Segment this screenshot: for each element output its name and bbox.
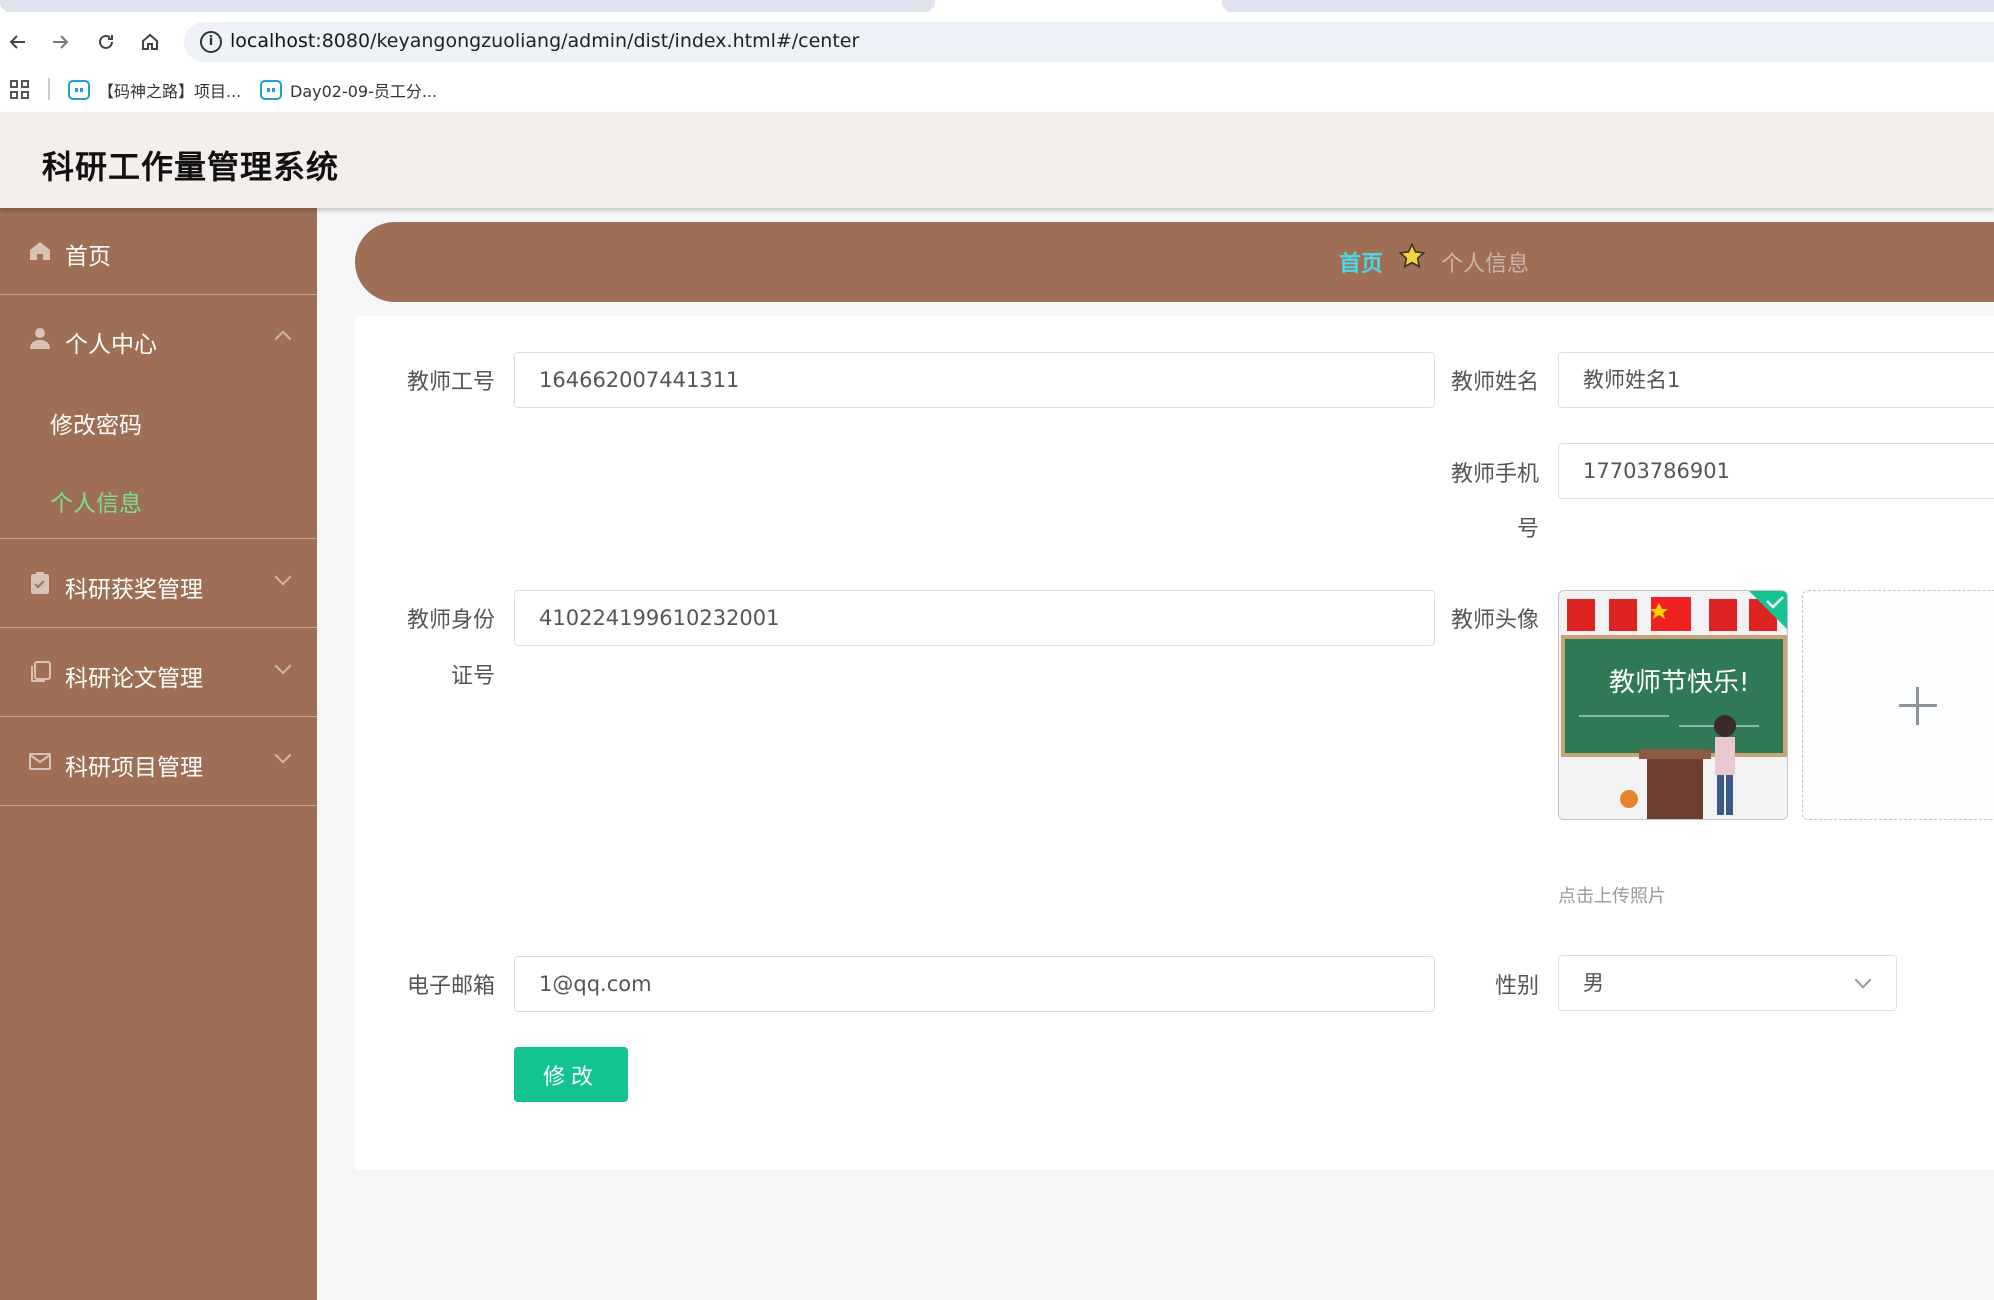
sidebar-item-label: 科研项目管理 — [65, 755, 203, 781]
plus-icon-vertical — [1916, 687, 1919, 725]
bookmark-label: Day02-09-员工分... — [290, 82, 438, 101]
url-text: localhost:8080/keyangongzuoliang/admin/d… — [230, 30, 860, 52]
sidebar-item-label: 科研论文管理 — [65, 666, 203, 692]
sidebar-item-projects[interactable]: 科研项目管理 — [0, 717, 317, 805]
chevron-down-icon — [274, 568, 292, 586]
personal-info-form: 教师工号 164662007441311 教师姓名 教师姓名1 教师手机 号 1… — [355, 316, 1994, 1170]
copy-icon — [31, 661, 51, 682]
address-bar: i localhost:8080/keyangongzuoliang/admin… — [0, 14, 1994, 68]
mail-icon — [29, 753, 51, 770]
chevron-down-icon — [274, 657, 292, 675]
home-icon[interactable] — [136, 28, 164, 56]
gender-select-value: 男 — [1583, 971, 1604, 995]
url-field[interactable]: i localhost:8080/keyangongzuoliang/admin… — [184, 22, 1994, 62]
avatar-image-text: 教师节快乐! — [1609, 668, 1749, 698]
teacher-id-label: 教师工号 — [406, 370, 495, 395]
modify-button[interactable]: 修改 — [514, 1047, 628, 1102]
email-input[interactable]: 1@qq.com — [514, 956, 1435, 1012]
phone-label-cont: 号 — [1516, 517, 1539, 542]
bookmark-item[interactable]: 【码神之路】项目... — [68, 78, 241, 102]
gender-select[interactable]: 男 — [1558, 955, 1897, 1011]
id-card-label: 教师身份 — [406, 608, 495, 633]
info-icon[interactable]: i — [200, 31, 222, 53]
breadcrumb-home-link[interactable]: 首页 — [1339, 246, 1383, 278]
teacher-id-input[interactable]: 164662007441311 — [514, 352, 1435, 408]
sidebar-subitem-personal-info[interactable]: 个人信息 — [50, 484, 142, 518]
phone-input[interactable]: 17703786901 — [1558, 443, 1994, 499]
home-icon — [30, 242, 50, 260]
browser-tab-strip — [0, 0, 1994, 14]
app-title: 科研工作量管理系统 — [42, 148, 340, 186]
app-header: 科研工作量管理系统 — [0, 112, 1994, 208]
gender-label: 性别 — [1494, 974, 1539, 999]
menu-divider — [0, 805, 317, 806]
upload-hint: 点击上传照片 — [1558, 886, 1666, 907]
upload-box[interactable] — [1802, 590, 1994, 820]
back-arrow-icon[interactable] — [4, 28, 32, 56]
sidebar-item-papers[interactable]: 科研论文管理 — [0, 628, 317, 716]
sidebar-item-awards[interactable]: 科研获奖管理 — [0, 539, 317, 627]
id-card-label-cont: 证号 — [450, 664, 495, 689]
email-label: 电子邮箱 — [406, 974, 495, 999]
star-icon — [1398, 242, 1426, 276]
bookmark-separator — [48, 78, 50, 100]
browser-tab[interactable] — [1222, 0, 1994, 12]
user-icon — [30, 328, 50, 349]
avatar[interactable]: 教师节快乐! — [1558, 590, 1788, 820]
sidebar-subitem-change-password[interactable]: 修改密码 — [50, 406, 142, 440]
breadcrumb-current: 个人信息 — [1441, 252, 1530, 277]
chevron-up-icon — [274, 330, 292, 348]
sidebar-item-label: 科研获奖管理 — [65, 577, 203, 603]
teacher-name-input[interactable]: 教师姓名1 — [1558, 352, 1994, 408]
apps-grid-icon[interactable] — [10, 80, 30, 100]
browser-tab[interactable] — [0, 0, 935, 12]
teacher-name-label: 教师姓名 — [1450, 370, 1539, 395]
chevron-down-icon — [274, 746, 292, 764]
clipboard-icon — [31, 572, 49, 594]
bilibili-icon — [68, 80, 90, 100]
sidebar: 首页 个人中心 修改密码 个人信息 科研获奖管理 科研论文管理 科研项目管理 — [0, 208, 317, 1300]
forward-arrow-icon[interactable] — [46, 28, 74, 56]
sidebar-item-label: 个人中心 — [65, 332, 157, 358]
avatar-label: 教师头像 — [1450, 608, 1539, 633]
sidebar-item-personal-center[interactable]: 个人中心 — [0, 295, 317, 383]
bookmark-item[interactable]: Day02-09-员工分... — [260, 78, 437, 102]
teacher-day-image: 教师节快乐! — [1559, 591, 1787, 819]
reload-icon[interactable] — [92, 28, 120, 56]
breadcrumb: 首页 个人信息 — [355, 222, 1994, 302]
bookmarks-bar: 【码神之路】项目... Day02-09-员工分... — [0, 68, 1994, 112]
sidebar-item-home[interactable]: 首页 — [0, 208, 317, 294]
sidebar-item-label: 首页 — [65, 244, 111, 270]
id-card-input[interactable]: 410224199610232001 — [514, 590, 1435, 646]
bilibili-icon — [260, 80, 282, 100]
bookmark-label: 【码神之路】项目... — [98, 82, 242, 101]
phone-label: 教师手机 — [1450, 462, 1539, 487]
